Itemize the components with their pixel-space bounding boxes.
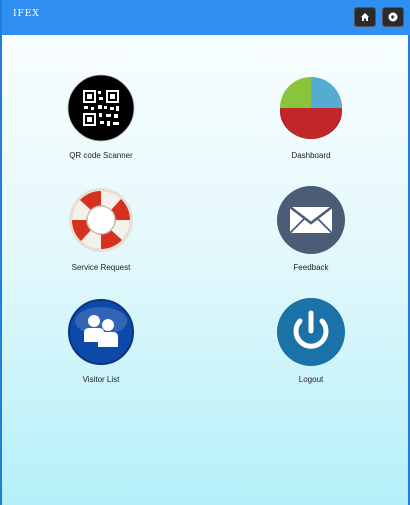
service-request-tile[interactable]: Service Request — [31, 185, 171, 272]
power-icon — [277, 298, 345, 366]
feedback-label: Feedback — [293, 263, 329, 272]
visitor-list-label: Visitor List — [82, 375, 120, 384]
home-button[interactable] — [354, 7, 376, 27]
app-title: IFEX — [13, 9, 40, 19]
feedback-tile[interactable]: Feedback — [241, 185, 381, 272]
visitor-list-tile[interactable]: Visitor List — [31, 297, 171, 384]
people-icon — [68, 299, 134, 365]
back-button[interactable] — [382, 7, 404, 27]
dashboard-label: Dashboard — [291, 151, 331, 160]
lifebuoy-icon — [69, 188, 133, 252]
home-icon — [361, 13, 369, 21]
envelope-icon — [277, 186, 345, 254]
app-screen: IFEX QR code Scanner Dashboard Service R… — [0, 0, 410, 505]
qr-scanner-label: QR code Scanner — [69, 151, 133, 160]
back-arrow-icon — [388, 12, 398, 22]
qr-scanner-tile[interactable]: QR code Scanner — [31, 73, 171, 160]
qr-code-icon — [67, 74, 135, 142]
service-request-label: Service Request — [71, 263, 131, 272]
logout-tile[interactable]: Logout — [241, 297, 381, 384]
dashboard-tile[interactable]: Dashboard — [241, 73, 381, 160]
pie-chart-icon — [280, 77, 342, 139]
header-bar: IFEX — [2, 0, 410, 35]
logout-label: Logout — [298, 375, 324, 384]
